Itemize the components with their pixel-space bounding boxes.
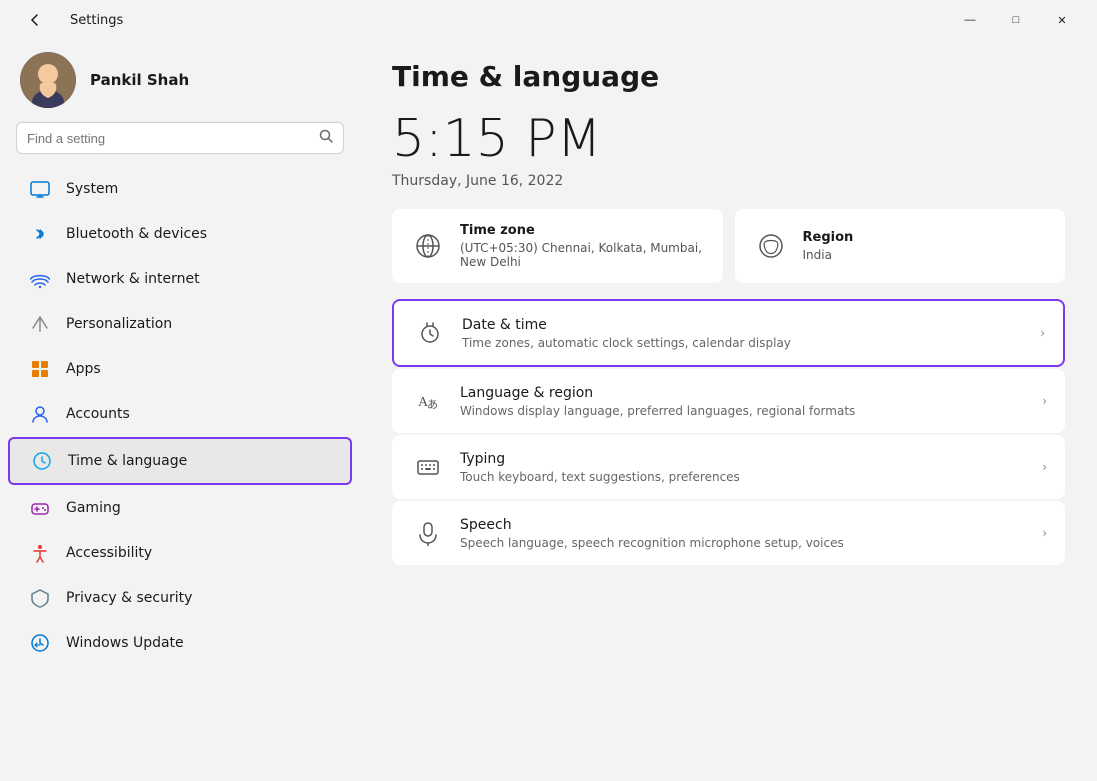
sidebar-item-label-update: Windows Update: [66, 635, 184, 651]
sidebar-item-label-bluetooth: Bluetooth & devices: [66, 226, 207, 242]
title-bar-left: Settings: [12, 4, 123, 36]
sidebar: Pankil Shah: [0, 36, 360, 781]
sidebar-item-personalization[interactable]: Personalization: [8, 302, 352, 346]
region-card: Region India: [735, 209, 1066, 283]
typing-label: Typing: [460, 451, 1028, 467]
window-controls: — □ ✕: [947, 4, 1085, 36]
maximize-button[interactable]: □: [993, 4, 1039, 36]
timezone-value: (UTC+05:30) Chennai, Kolkata, Mumbai, Ne…: [460, 241, 705, 269]
time-icon: [30, 449, 54, 473]
accounts-icon: [28, 402, 52, 426]
sidebar-nav: System Bluetooth & devices: [0, 166, 360, 666]
typing-icon: [410, 449, 446, 485]
sidebar-item-label-personalization: Personalization: [66, 316, 172, 332]
back-button[interactable]: [12, 4, 58, 36]
sidebar-item-privacy[interactable]: Privacy & security: [8, 576, 352, 620]
sidebar-item-system[interactable]: System: [8, 167, 352, 211]
sidebar-item-time[interactable]: Time & language: [8, 437, 352, 485]
sidebar-item-label-apps: Apps: [66, 361, 101, 377]
settings-list: Date & time Time zones, automatic clock …: [392, 299, 1065, 565]
search-input[interactable]: [27, 131, 311, 146]
sidebar-item-network[interactable]: Network & internet: [8, 257, 352, 301]
sidebar-item-label-system: System: [66, 181, 118, 197]
sidebar-item-update[interactable]: Windows Update: [8, 621, 352, 665]
timezone-card: Time zone (UTC+05:30) Chennai, Kolkata, …: [392, 209, 723, 283]
network-icon: [28, 267, 52, 291]
datetime-chevron: ›: [1040, 326, 1045, 340]
speech-desc: Speech language, speech recognition micr…: [460, 536, 1028, 550]
avatar: [20, 52, 76, 108]
language-chevron: ›: [1042, 394, 1047, 408]
sidebar-item-bluetooth[interactable]: Bluetooth & devices: [8, 212, 352, 256]
personalization-icon: [28, 312, 52, 336]
accessibility-icon: [28, 541, 52, 565]
user-name: Pankil Shah: [90, 71, 189, 89]
settings-item-language[interactable]: A あ Language & region Windows display la…: [392, 369, 1065, 433]
bluetooth-icon: [28, 222, 52, 246]
window-title: Settings: [70, 13, 123, 28]
speech-chevron: ›: [1042, 526, 1047, 540]
language-desc: Windows display language, preferred lang…: [460, 404, 1028, 418]
sidebar-item-label-time: Time & language: [68, 453, 187, 469]
sidebar-item-label-privacy: Privacy & security: [66, 590, 192, 606]
sidebar-item-label-accounts: Accounts: [66, 406, 130, 422]
sidebar-item-apps[interactable]: Apps: [8, 347, 352, 391]
settings-item-datetime[interactable]: Date & time Time zones, automatic clock …: [392, 299, 1065, 367]
gaming-icon: [28, 496, 52, 520]
system-icon: [28, 177, 52, 201]
language-label: Language & region: [460, 385, 1028, 401]
language-icon: A あ: [410, 383, 446, 419]
app-body: Pankil Shah: [0, 36, 1097, 781]
date-display: Thursday, June 16, 2022: [392, 173, 1065, 189]
info-cards: Time zone (UTC+05:30) Chennai, Kolkata, …: [392, 209, 1065, 283]
title-bar: Settings — □ ✕: [0, 0, 1097, 36]
region-label: Region: [803, 230, 854, 245]
search-icon: [319, 129, 333, 147]
user-profile[interactable]: Pankil Shah: [0, 36, 360, 122]
typing-chevron: ›: [1042, 460, 1047, 474]
speech-label: Speech: [460, 517, 1028, 533]
svg-text:あ: あ: [427, 398, 438, 411]
sidebar-item-label-gaming: Gaming: [66, 500, 121, 516]
region-value: India: [803, 248, 854, 262]
speech-icon: [410, 515, 446, 551]
region-card-icon: [753, 228, 789, 264]
settings-item-typing[interactable]: Typing Touch keyboard, text suggestions,…: [392, 435, 1065, 499]
update-icon: [28, 631, 52, 655]
sidebar-item-gaming[interactable]: Gaming: [8, 486, 352, 530]
settings-item-speech[interactable]: Speech Speech language, speech recogniti…: [392, 501, 1065, 565]
minimize-button[interactable]: —: [947, 4, 993, 36]
page-title: Time & language: [392, 60, 1065, 93]
sidebar-item-accounts[interactable]: Accounts: [8, 392, 352, 436]
apps-icon: [28, 357, 52, 381]
main-content: Time & language 5:15 PM Thursday, June 1…: [360, 36, 1097, 781]
privacy-icon: [28, 586, 52, 610]
datetime-label: Date & time: [462, 317, 1026, 333]
timezone-card-icon: [410, 228, 446, 264]
datetime-desc: Time zones, automatic clock settings, ca…: [462, 336, 1026, 350]
sidebar-item-label-network: Network & internet: [66, 271, 200, 287]
datetime-icon: [412, 315, 448, 351]
search-box[interactable]: [16, 122, 344, 154]
time-display: 5:15 PM: [392, 109, 1065, 169]
sidebar-item-accessibility[interactable]: Accessibility: [8, 531, 352, 575]
timezone-label: Time zone: [460, 223, 705, 238]
typing-desc: Touch keyboard, text suggestions, prefer…: [460, 470, 1028, 484]
close-button[interactable]: ✕: [1039, 4, 1085, 36]
sidebar-item-label-accessibility: Accessibility: [66, 545, 152, 561]
